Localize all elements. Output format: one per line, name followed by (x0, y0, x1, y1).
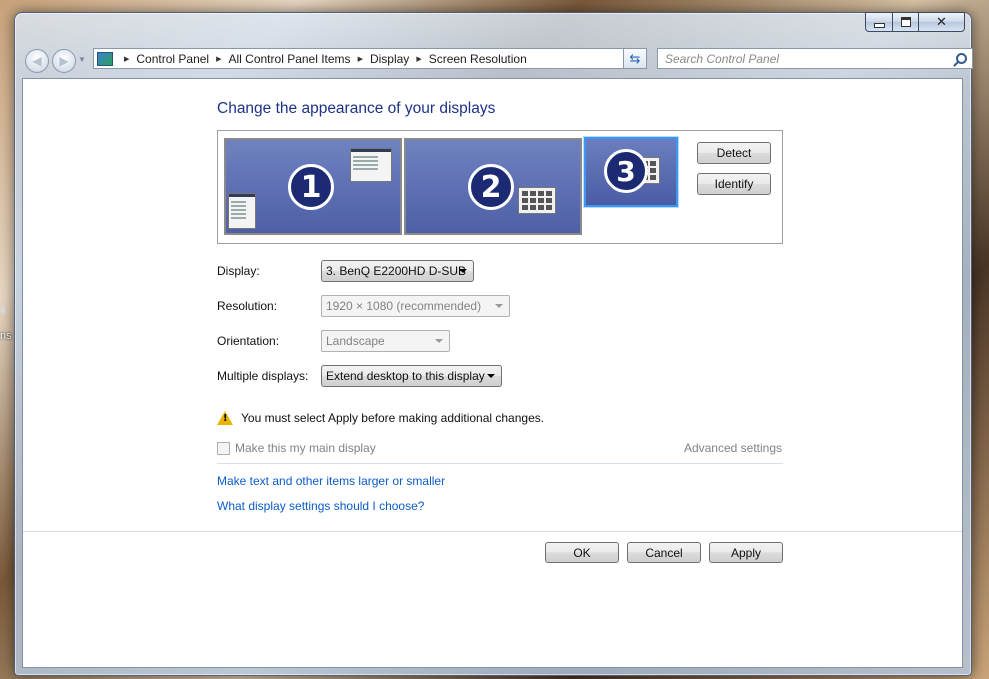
chevron-down-icon (459, 269, 467, 273)
resolution-select[interactable]: 1920 × 1080 (recommended) (321, 295, 510, 317)
breadcrumb-control-panel[interactable]: Control Panel (136, 52, 209, 66)
monitor-arrangement: 1 2 3 Detect Identify (217, 130, 783, 244)
footer-divider (23, 531, 962, 532)
chevron-down-icon (495, 304, 503, 308)
display-select-value: 3. BenQ E2200HD D-SUB (326, 264, 467, 278)
apply-button[interactable]: Apply (709, 542, 783, 563)
display-label: Display: (217, 264, 260, 278)
mini-window-icon (228, 193, 256, 229)
breadcrumb-separator-icon[interactable]: ▶ (216, 55, 221, 63)
breadcrumb-screen-resolution[interactable]: Screen Resolution (429, 52, 527, 66)
page-title: Change the appearance of your displays (217, 100, 496, 117)
main-display-checkbox-row[interactable]: Make this my main display (217, 441, 376, 455)
identify-button[interactable]: Identify (697, 173, 771, 195)
warning-message: You must select Apply before making addi… (217, 411, 544, 425)
mini-grid-window-icon (518, 187, 556, 214)
refresh-button[interactable]: ⇆ (623, 48, 647, 69)
desktop-icon-label: ns (0, 330, 12, 342)
resolution-select-value: 1920 × 1080 (recommended) (326, 299, 482, 313)
back-arrow-icon: ◀ (32, 54, 42, 68)
orientation-label: Orientation: (217, 334, 280, 348)
ok-button[interactable]: OK (545, 542, 619, 563)
resolution-label: Resolution: (217, 299, 278, 313)
display-help-link[interactable]: What display settings should I choose? (217, 499, 424, 513)
maximize-button[interactable] (892, 12, 918, 32)
forward-button[interactable]: ▶ (52, 49, 76, 73)
main-display-checkbox[interactable] (217, 441, 230, 455)
content-pane: Change the appearance of your displays 1 (22, 78, 963, 668)
search-box (657, 48, 973, 69)
monitor-number-label: 3 (604, 149, 648, 193)
main-display-checkbox-label: Make this my main display (235, 441, 376, 455)
desktop-arrow-icon (0, 304, 5, 316)
control-panel-icon (97, 51, 113, 66)
warning-icon (217, 411, 233, 425)
display-select[interactable]: 3. BenQ E2200HD D-SUB (321, 260, 474, 282)
monitor-3-selected[interactable]: 3 (584, 137, 678, 207)
breadcrumb-separator-icon[interactable]: ▶ (416, 55, 421, 63)
forward-arrow-icon: ▶ (59, 54, 69, 68)
breadcrumb-separator-icon[interactable]: ▶ (124, 55, 129, 63)
chevron-down-icon (435, 339, 443, 343)
breadcrumb-display[interactable]: Display (370, 52, 409, 66)
minimize-icon (873, 22, 885, 28)
search-icon[interactable] (950, 49, 972, 68)
divider (217, 463, 783, 464)
orientation-select[interactable]: Landscape (321, 330, 450, 352)
multiple-displays-label: Multiple displays: (217, 369, 309, 383)
multiple-displays-select[interactable]: Extend desktop to this display (321, 365, 502, 387)
monitor-2[interactable]: 2 (404, 138, 582, 235)
screen-resolution-window: ✕ ◀ ▶ ▼ ▶ Control Panel ▶ All Control Pa… (14, 12, 973, 676)
mini-window-icon (350, 148, 392, 182)
breadcrumb-separator-icon[interactable]: ▶ (358, 55, 363, 63)
caption-buttons: ✕ (865, 12, 965, 32)
text-size-link[interactable]: Make text and other items larger or smal… (217, 474, 445, 488)
maximize-icon (900, 17, 911, 27)
breadcrumb-all-items[interactable]: All Control Panel Items (229, 52, 351, 66)
minimize-button[interactable] (865, 12, 892, 32)
back-button[interactable]: ◀ (25, 49, 49, 73)
chevron-down-icon (487, 374, 495, 378)
recent-pages-dropdown-icon[interactable]: ▼ (78, 55, 86, 64)
orientation-select-value: Landscape (326, 334, 385, 348)
refresh-icon: ⇆ (629, 50, 641, 66)
warning-text: You must select Apply before making addi… (241, 411, 545, 425)
monitor-1[interactable]: 1 (224, 138, 402, 235)
detect-button[interactable]: Detect (697, 142, 771, 164)
close-icon: ✕ (936, 14, 947, 30)
advanced-settings-link[interactable]: Advanced settings (684, 441, 782, 455)
navigation-bar: ◀ ▶ ▼ ▶ Control Panel ▶ All Control Pane… (23, 47, 973, 73)
multiple-displays-value: Extend desktop to this display (326, 369, 485, 383)
monitor-number-label: 2 (468, 164, 514, 210)
close-button[interactable]: ✕ (918, 12, 965, 32)
search-input[interactable] (658, 50, 950, 67)
monitor-number-label: 1 (288, 164, 334, 210)
address-bar[interactable]: ▶ Control Panel ▶ All Control Panel Item… (93, 48, 641, 69)
cancel-button[interactable]: Cancel (627, 542, 701, 563)
